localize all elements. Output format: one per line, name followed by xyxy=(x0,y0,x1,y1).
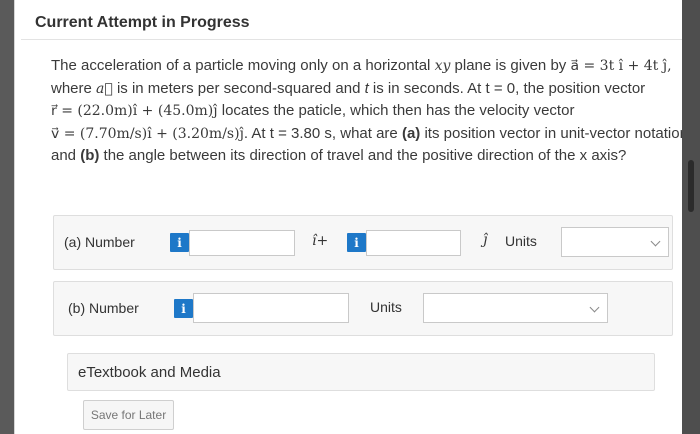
info-icon[interactable]: i xyxy=(174,299,193,318)
info-icon[interactable]: i xyxy=(170,233,189,252)
chevron-down-icon xyxy=(650,236,661,247)
part-b-label: (b) Number xyxy=(68,300,139,316)
scrollbar-thumb[interactable] xyxy=(688,160,694,212)
part-b-units-label: Units xyxy=(370,299,402,315)
part-a-label: (a) Number xyxy=(64,234,135,250)
part-a-units-select[interactable] xyxy=(561,227,669,257)
chevron-down-icon xyxy=(589,302,600,313)
part-a-y-input[interactable] xyxy=(366,230,461,256)
page-title: Current Attempt in Progress xyxy=(35,14,250,31)
acceleration-equation: a⃗ = 3t î + 4t ĵ, xyxy=(570,58,672,74)
divider xyxy=(21,39,683,40)
etextbook-label: eTextbook and Media xyxy=(78,364,221,381)
part-a-panel: (a) Number i î+ i ĵ Units xyxy=(53,215,673,270)
info-icon[interactable]: i xyxy=(347,233,366,252)
part-b-panel: (b) Number i Units xyxy=(53,281,673,336)
j-hat-label: ĵ xyxy=(483,232,488,248)
scrollbar[interactable] xyxy=(682,0,700,434)
part-b-number-input[interactable] xyxy=(193,293,349,323)
question-page: Current Attempt in Progress The accelera… xyxy=(14,0,688,434)
part-b-units-select[interactable] xyxy=(423,293,608,323)
position-equation: r⃗ = (22.0m)î + (45.0m)ĵ xyxy=(51,103,218,119)
save-for-later-button[interactable]: Save for Later xyxy=(83,400,174,430)
part-a-x-input[interactable] xyxy=(189,230,295,256)
etextbook-panel[interactable]: eTextbook and Media xyxy=(67,353,655,391)
part-a-units-label: Units xyxy=(505,233,537,249)
question-text: The acceleration of a particle moving on… xyxy=(51,57,688,164)
i-hat-label: î+ xyxy=(312,233,329,249)
velocity-equation: v⃗ = (7.70m/s)î + (3.20m/s)ĵ xyxy=(51,125,244,142)
